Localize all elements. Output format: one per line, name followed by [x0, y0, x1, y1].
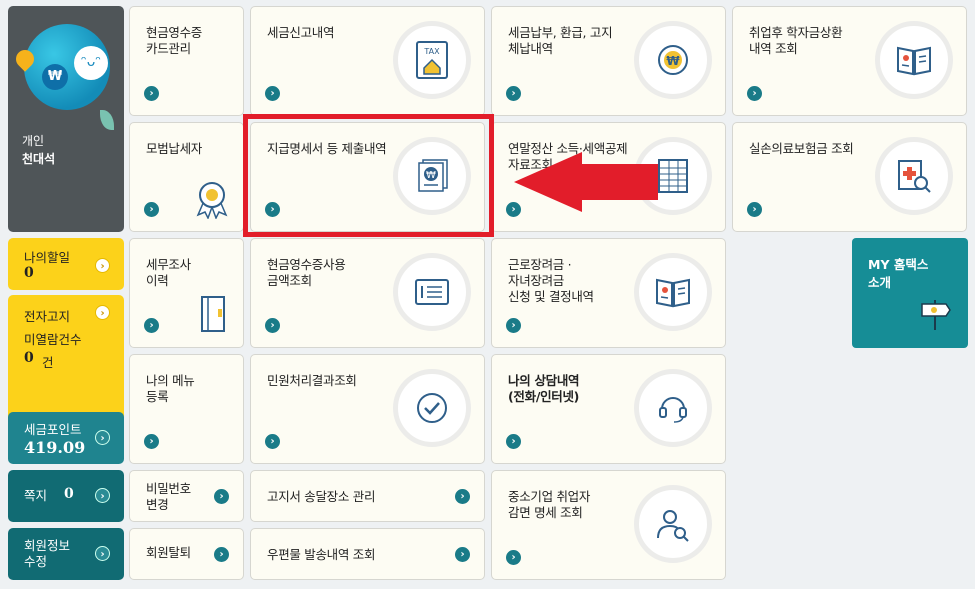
receipt-icon — [393, 253, 471, 331]
go-icon[interactable]: › — [144, 86, 159, 101]
todo-count: 0 — [24, 265, 34, 281]
tile-student-loan[interactable]: 취업후 학자금상환 내역 조회 › — [732, 6, 967, 116]
tax-points-go-icon[interactable]: › — [95, 430, 110, 445]
headset-icon — [634, 369, 712, 447]
tile-label: 나의 메뉴 등록 — [146, 373, 195, 404]
todo-box[interactable]: 나의할일 0 › — [8, 238, 124, 290]
go-icon[interactable]: › — [144, 318, 159, 333]
profile-card: ₩ ᵔᴗᵔ 개인 천대석 — [8, 6, 124, 232]
my-hometax-intro[interactable]: MY 홈택스 소개 — [852, 238, 968, 348]
enotice-go-icon[interactable]: › — [95, 305, 110, 320]
go-icon[interactable]: › — [214, 547, 229, 562]
enotice-unit: 건 — [42, 355, 54, 370]
go-icon[interactable]: › — [455, 489, 470, 504]
go-icon[interactable]: › — [214, 489, 229, 504]
open-book-icon — [875, 21, 953, 99]
tile-label: 취업후 학자금상환 내역 조회 — [749, 25, 843, 56]
todo-label: 나의할일 — [24, 250, 71, 265]
tile-label: 우편물 발송내역 조회 — [267, 547, 376, 562]
tax-icon-text: TAX — [423, 47, 440, 56]
tile-mail-history[interactable]: 우편물 발송내역 조회 › — [250, 528, 485, 580]
medical-search-icon — [875, 137, 953, 215]
tile-password-change[interactable]: 비밀번호 변경 › — [129, 470, 244, 522]
go-icon[interactable]: › — [747, 202, 762, 217]
go-icon[interactable]: › — [265, 434, 280, 449]
tile-label: 모범납세자 — [146, 141, 203, 156]
tile-label: 비밀번호 변경 — [146, 481, 191, 512]
person-search-icon — [634, 485, 712, 563]
messages-label: 쪽지 — [24, 488, 48, 503]
highlight-box — [243, 114, 494, 237]
red-arrow-icon — [514, 152, 658, 212]
tile-label: 중소기업 취업자 감면 명세 조회 — [508, 489, 591, 520]
tax-points-value: 419.09 — [24, 438, 86, 457]
go-icon[interactable]: › — [455, 547, 470, 562]
tax-document-icon: TAX — [393, 21, 471, 99]
tile-withdraw[interactable]: 회원탈퇴 › — [129, 528, 244, 580]
open-book-icon — [634, 253, 712, 331]
tile-notice-address[interactable]: 고지서 송달장소 관리 › — [250, 470, 485, 522]
award-medal-icon — [196, 182, 228, 219]
tile-medical-insurance[interactable]: 실손의료보험금 조회 › — [732, 122, 967, 232]
tile-earned-income[interactable]: 근로장려금 · 자녀장려금 신청 및 결정내역 › — [491, 238, 726, 348]
go-icon[interactable]: › — [747, 86, 762, 101]
tile-cash-receipt-usage[interactable]: 현금영수증사용 금액조회 › — [250, 238, 485, 348]
tile-label: 고지서 송달장소 관리 — [267, 489, 376, 504]
check-circle-icon — [393, 369, 471, 447]
tile-label: 나의 상담내역 (전화/인터넷) — [508, 373, 580, 404]
go-icon[interactable]: › — [265, 86, 280, 101]
won-coin-icon: ₩ — [42, 64, 68, 90]
won-coin-icon: ₩ — [634, 21, 712, 99]
messages-count: 0 — [64, 486, 74, 502]
member-info-label: 회원정보 수정 — [24, 538, 71, 569]
won-symbol: ₩ — [666, 54, 680, 68]
tile-civil-result[interactable]: 민원처리결과조회 › — [250, 354, 485, 464]
go-icon[interactable]: › — [506, 318, 521, 333]
tile-label: 세금신고내역 — [267, 25, 335, 40]
go-icon[interactable]: › — [506, 550, 521, 565]
tile-tax-report[interactable]: 세금신고내역 › TAX — [250, 6, 485, 116]
tile-consultation[interactable]: 나의 상담내역 (전화/인터넷) › — [491, 354, 726, 464]
messages-go-icon[interactable]: › — [95, 488, 110, 503]
tile-tax-audit[interactable]: 세무조사 이력 › — [129, 238, 244, 348]
tile-label: 현금영수증 카드관리 — [146, 25, 203, 56]
tile-label: 근로장려금 · 자녀장려금 신청 및 결정내역 — [508, 257, 594, 304]
leaf-icon — [100, 110, 114, 130]
tile-label: 세무조사 이력 — [146, 257, 191, 288]
go-icon[interactable]: › — [265, 318, 280, 333]
go-icon[interactable]: › — [506, 434, 521, 449]
enotice-sublabel: 미열람건수 — [24, 332, 82, 347]
go-icon[interactable]: › — [144, 202, 159, 217]
enotice-label: 전자고지 — [24, 309, 71, 324]
member-info-box[interactable]: 회원정보 수정 › — [8, 528, 124, 580]
tile-my-menu[interactable]: 나의 메뉴 등록 › — [129, 354, 244, 464]
member-info-go-icon[interactable]: › — [95, 546, 110, 561]
go-icon[interactable]: › — [506, 86, 521, 101]
tile-label: 세금납부, 환급, 고지 체납내역 — [508, 25, 613, 56]
tile-cash-receipt-card[interactable]: 현금영수증 카드관리 › — [129, 6, 244, 116]
tile-label: 민원처리결과조회 — [267, 373, 357, 388]
tile-model-taxpayer[interactable]: 모범납세자 › — [129, 122, 244, 232]
tile-label: 회원탈퇴 — [146, 545, 191, 560]
signpost-icon — [921, 300, 951, 330]
tile-label: 현금영수증사용 금액조회 — [267, 257, 346, 288]
tax-points-label: 세금포인트 — [24, 422, 82, 437]
tile-sme-employment[interactable]: 중소기업 취업자 감면 명세 조회 › — [491, 470, 726, 580]
user-type-label: 개인 — [22, 134, 45, 148]
smile-face-icon: ᵔᴗᵔ — [74, 46, 108, 80]
enotice-count: 0 — [24, 350, 34, 366]
notebook-icon — [201, 296, 225, 332]
todo-go-icon[interactable]: › — [95, 258, 110, 273]
user-name: 천대석 — [22, 152, 56, 166]
my-hometax-label: MY 홈택스 소개 — [868, 257, 929, 290]
tax-points-box[interactable]: 세금포인트 419.09 › — [8, 412, 124, 464]
messages-box[interactable]: 쪽지 0 › — [8, 470, 124, 522]
tile-tax-payment[interactable]: 세금납부, 환급, 고지 체납내역 › ₩ — [491, 6, 726, 116]
tile-label: 실손의료보험금 조회 — [749, 141, 854, 156]
go-icon[interactable]: › — [144, 434, 159, 449]
